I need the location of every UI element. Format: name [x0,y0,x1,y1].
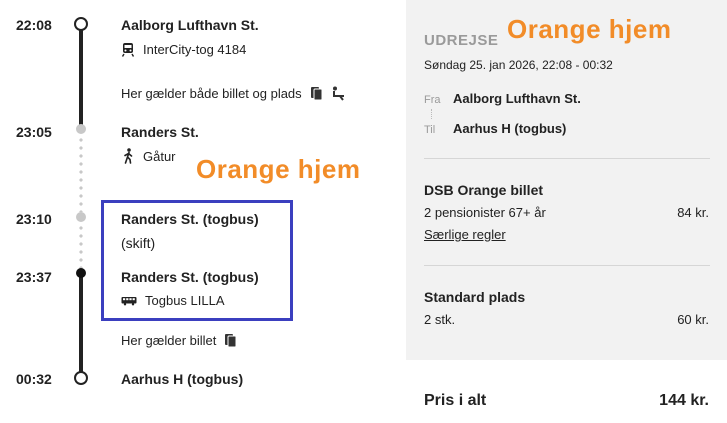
stop-time: 00:32 [16,371,52,387]
total-value: 144 kr. [659,392,709,409]
trip-datetime: Søndag 25. jan 2026, 22:08 - 00:32 [424,58,613,72]
timeline-line-1 [79,27,83,126]
bus-info: Togbus LILLA [121,293,225,308]
seat-icon [331,86,347,101]
divider [424,265,710,266]
timeline-dotted-1 [79,136,83,212]
bus-label: Togbus LILLA [145,293,225,308]
ticket-icon [224,333,237,348]
change-label: (skift) [121,235,156,251]
timeline-node-end [74,371,88,385]
stop-time: 23:05 [16,124,52,140]
stop-time: 22:08 [16,17,52,33]
train-info: InterCity-tog 4184 [121,42,246,57]
ticket-title: DSB Orange billet [424,182,544,198]
special-rules-link[interactable]: Særlige regler [424,227,506,242]
stop-name: Randers St. [121,124,199,140]
walk-info: Gåtur [121,148,176,164]
stop-name: Randers St. (togbus) [121,211,259,227]
seat-title: Standard plads [424,289,526,305]
overlay-label: Orange hjem [507,14,672,44]
ticket-note: Her gælder både billet og plads [121,86,347,101]
section-heading: UDREJSE [424,32,499,49]
stop-time: 23:10 [16,211,52,227]
timeline-line-2 [79,277,83,374]
train-icon [121,42,135,57]
seat-price: 60 kr. [677,312,709,327]
ticket-description: 2 pensionister 67+ år [424,205,546,220]
walk-label: Gåtur [143,148,176,164]
from-label: Fra [424,94,441,106]
stop-name: Randers St. (togbus) [121,269,259,285]
ticket-note-text: Her gælder billet [121,333,217,348]
divider [424,158,710,159]
ticket-note-text: Her gælder både billet og plads [121,86,302,101]
to-station: Aarhus H (togbus) [453,121,567,136]
timeline-node-togbus-depart [76,268,86,278]
ticket-price: 84 kr. [677,205,709,220]
from-station: Aalborg Lufthavn St. [453,91,581,106]
total-label: Pris i alt [424,392,487,409]
stop-name: Aalborg Lufthavn St. [121,17,259,33]
timeline-node-start [74,17,88,31]
overlay-label: Orange hjem [196,154,361,184]
train-label: InterCity-tog 4184 [143,42,247,57]
timeline-node-randers [76,124,86,134]
stop-time: 23:37 [16,269,52,285]
seat-description: 2 stk. [424,312,456,327]
trip-summary-panel: UDREJSE Søndag 25. jan 2026, 22:08 - 00:… [406,0,727,360]
bus-icon [121,296,137,306]
ticket-note: Her gælder billet [121,333,237,348]
ticket-icon [310,86,323,101]
timeline-node-togbus [76,212,86,222]
from-to-connector [431,109,433,119]
timeline-dotted-2 [79,224,83,270]
walk-icon [121,148,135,164]
to-label: Til [424,124,436,136]
stop-name: Aarhus H (togbus) [121,371,244,387]
